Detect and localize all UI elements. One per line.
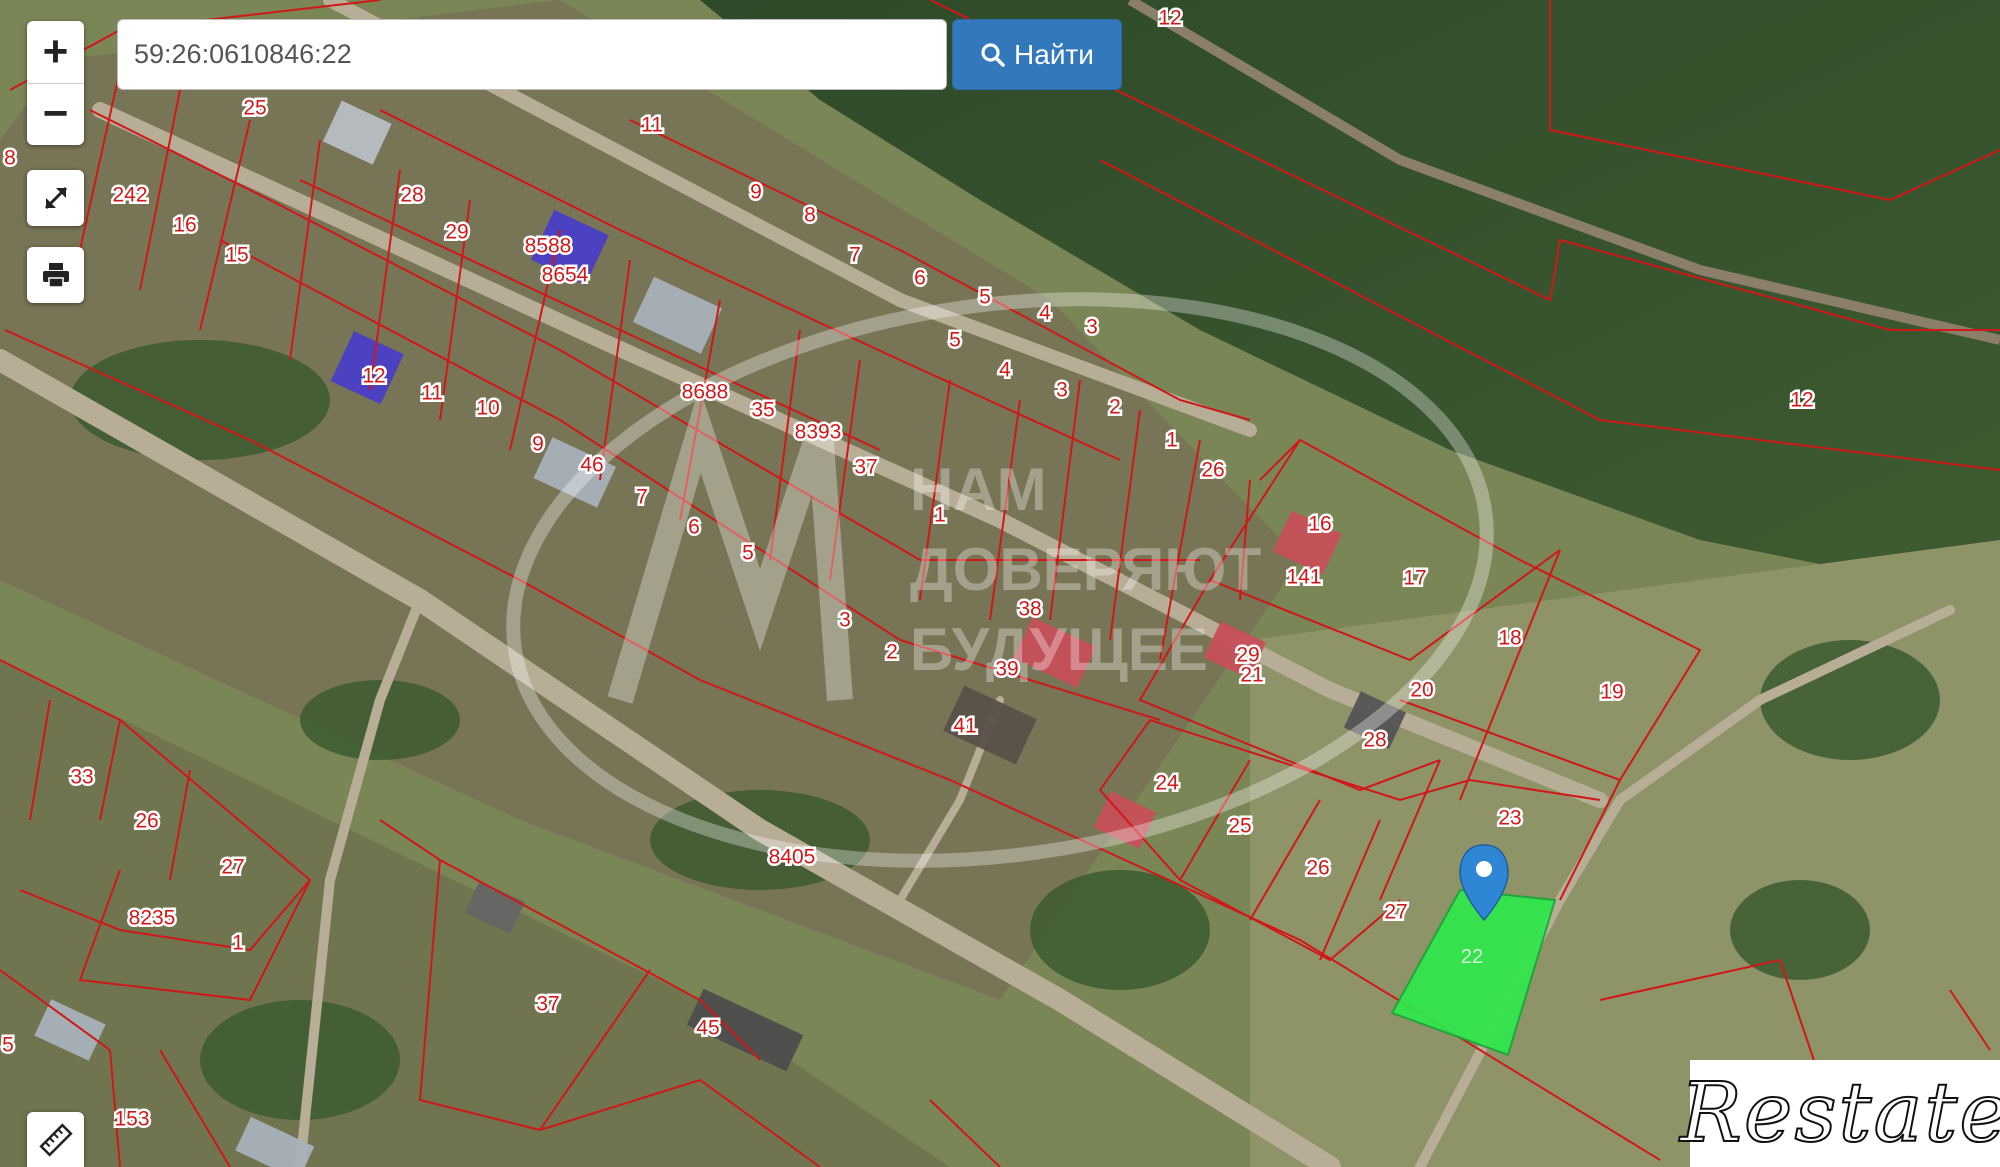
parcel-label: 21 [1240, 664, 1263, 687]
parcel-label: 26 [1306, 857, 1329, 880]
parcel-label: 1 [1166, 429, 1178, 452]
print-button[interactable] [27, 247, 84, 303]
parcel-label: 8405 [769, 846, 816, 869]
parcel-label: 1 [934, 504, 946, 527]
zoom-in-button[interactable]: + [27, 21, 84, 83]
parcel-label: 8235 [129, 907, 176, 930]
parcel-label: 3 [1086, 316, 1098, 339]
parcel-label: 2 [886, 641, 898, 664]
parcel-label: 12 [362, 365, 385, 388]
parcel-label: 18 [1498, 627, 1521, 650]
parcel-label: 7 [849, 244, 861, 267]
expand-icon [44, 186, 67, 210]
watermark-line-2: ДОВЕРЯЮТ [910, 536, 1261, 603]
printer-icon [42, 263, 69, 288]
parcel-label: 5 [979, 286, 991, 309]
parcel-label: 24 [1155, 772, 1179, 795]
fullscreen-button[interactable] [27, 170, 84, 226]
parcel-label: 8654 [542, 264, 589, 287]
parcel-label: 7 [636, 486, 648, 509]
parcel-label: 1 [232, 932, 244, 955]
parcel-label: 28 [1363, 729, 1386, 752]
parcel-label: 41 [953, 715, 976, 738]
parcel-label: 25 [243, 97, 266, 120]
parcel-label: 27 [221, 856, 244, 879]
watermark-line-1: НАМ [910, 456, 1047, 523]
parcel-label: 8588 [525, 235, 572, 258]
watermark-line-3: БУДУЩЕЕ [910, 616, 1208, 683]
cadastral-search-input[interactable] [117, 19, 947, 90]
parcel-label: 141 [1286, 566, 1321, 589]
parcel-label: 6 [688, 516, 700, 539]
parcel-label: 17 [1403, 567, 1426, 590]
parcel-label: 29 [445, 221, 468, 244]
parcel-label: 5 [949, 329, 961, 352]
parcel-label: 26 [1201, 459, 1224, 482]
parcel-label: 153 [114, 1108, 149, 1131]
zoom-out-button[interactable]: − [27, 82, 84, 146]
parcel-label: 11 [641, 114, 663, 137]
parcel-label: 16 [173, 214, 196, 237]
parcel-label: 33 [70, 766, 93, 789]
parcel-label: 9 [532, 433, 544, 456]
parcel-label: 23 [1498, 807, 1521, 830]
parcel-label: 26 [135, 810, 158, 833]
map-view[interactable]: 22 НАМ ДОВЕРЯЮТ БУДУЩЕЕ 1282524216152829… [0, 0, 2000, 1167]
parcel-label: 25 [1228, 815, 1251, 838]
parcel-label: 4 [999, 359, 1011, 382]
parcel-label: 20 [1410, 679, 1433, 702]
parcel-label: 12 [1790, 389, 1813, 412]
parcel-label: 2 [1109, 396, 1121, 419]
parcel-label: 27 [1384, 901, 1407, 924]
parcel-label: 28 [400, 184, 423, 207]
selected-parcel-label: 22 [1461, 946, 1483, 968]
parcel-label: 37 [536, 993, 559, 1016]
zoom-control: + − [27, 21, 84, 145]
search-button-label: Найти [1014, 38, 1094, 70]
parcel-label: 6 [914, 267, 926, 290]
ruler-icon [38, 1122, 73, 1157]
parcel-label: 37 [854, 456, 877, 479]
search-button[interactable]: Найти [952, 19, 1122, 90]
parcel-label: 3 [1056, 379, 1068, 402]
search-icon [981, 42, 1005, 67]
parcel-label: 19 [1600, 681, 1623, 704]
restate-logo: Restate [1679, 1060, 2000, 1167]
parcel-label: 10 [476, 397, 499, 420]
parcel-label: 16 [1308, 513, 1331, 536]
logo-text: Restate [1679, 1065, 2000, 1161]
measure-button[interactable] [27, 1112, 84, 1167]
parcel-label: 35 [751, 399, 774, 422]
parcel-label: 242 [112, 184, 147, 207]
parcel-label: 4 [1039, 302, 1051, 325]
parcel-label: 8 [804, 204, 816, 227]
parcel-label: 46 [580, 454, 603, 477]
parcel-label: 38 [1018, 598, 1041, 621]
parcel-label: 3 [839, 609, 851, 632]
parcel-label: 45 [696, 1017, 719, 1040]
parcel-label: 8393 [795, 421, 842, 444]
parcel-label: 8 [4, 147, 16, 170]
parcel-label: 5 [742, 542, 754, 565]
parcel-label: 15 [225, 244, 248, 267]
parcel-label: 11 [421, 382, 443, 405]
parcel-label: 39 [995, 658, 1018, 681]
parcel-label: 8688 [682, 381, 729, 404]
parcel-label: 12 [1158, 7, 1181, 30]
parcel-label: 9 [750, 181, 762, 204]
parcel-label: 5 [2, 1034, 14, 1057]
